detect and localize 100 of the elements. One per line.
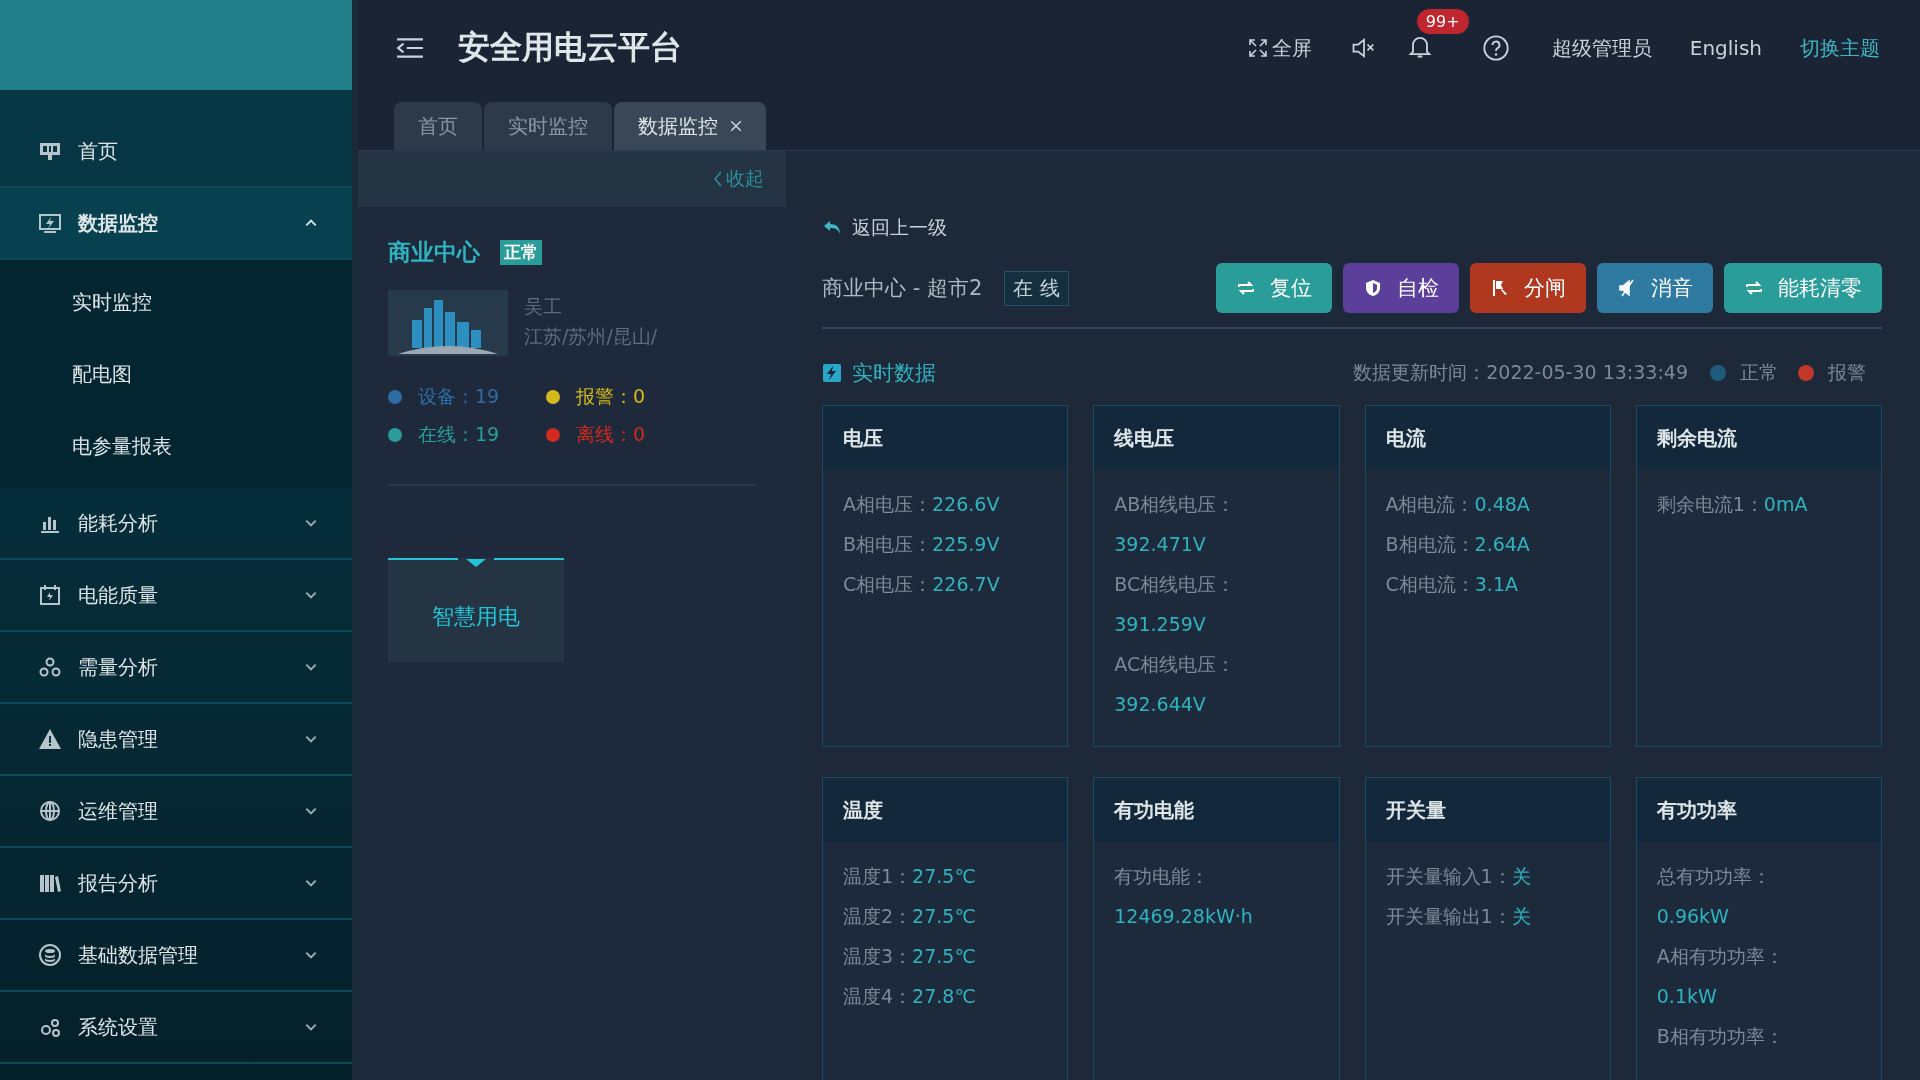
flag-icon [1490, 278, 1510, 298]
reading-label: 有功电能： [1114, 864, 1211, 889]
reading-label: B相电流： [1385, 533, 1475, 555]
notification-badge: 99+ [1415, 8, 1470, 35]
reading-label: 开关量输出1： [1385, 905, 1512, 927]
nodes-icon [38, 655, 62, 679]
close-icon[interactable] [730, 120, 742, 132]
menu-item[interactable]: 运维管理 [0, 776, 352, 848]
site-name: 商业中心 [388, 238, 480, 267]
submenu-item[interactable]: 实时监控 [0, 266, 352, 338]
calendar-icon [38, 583, 62, 607]
tab[interactable]: 首页 [394, 102, 482, 150]
category-card[interactable]: 智慧用电 [388, 558, 564, 662]
reading-label: 剩余电流1： [1656, 493, 1764, 515]
warning-icon [38, 727, 62, 751]
reading-value: 391.259V [1114, 612, 1207, 637]
mute-icon [1617, 278, 1637, 298]
reading-label: BC相线电压： [1114, 572, 1237, 597]
reading-label: A相电压： [843, 493, 932, 515]
region-text: 江苏/苏州/昆山/ [524, 324, 658, 349]
status-badge: 正常 [500, 240, 542, 265]
menu-item[interactable]: 隐患管理 [0, 704, 352, 776]
card-title: 线电压 [1094, 406, 1339, 470]
reading-value: 226.6V [932, 493, 1000, 515]
reading-value: 392.644V [1114, 692, 1207, 717]
back-link[interactable]: 返回上一级 [822, 215, 947, 241]
menu-item[interactable]: 需量分析 [0, 632, 352, 704]
reading-value: 27.8℃ [912, 985, 976, 1007]
card-title: 有功电能 [1094, 778, 1339, 842]
section-title: 实时数据 [852, 360, 936, 387]
reading-value: 2.64A [1474, 533, 1530, 555]
device-name: 商业中心 - 超市2 [822, 275, 983, 302]
reading-value: 关 [1511, 905, 1531, 927]
action-button[interactable]: 分闸 [1470, 263, 1586, 313]
tab[interactable]: 实时监控 [484, 102, 612, 150]
reading-value: 226.7V [932, 573, 1000, 595]
update-time: 数据更新时间：2022-05-30 13:33:49 [1353, 360, 1688, 385]
reading-value: 0.96kW [1656, 904, 1730, 929]
card-title: 电压 [823, 406, 1068, 470]
monitor-icon [38, 211, 62, 235]
menu-icon[interactable] [396, 37, 424, 59]
reading-label: 温度2： [843, 905, 913, 927]
reading-value: 27.5℃ [912, 865, 976, 887]
globe-icon [38, 799, 62, 823]
reading-label: 温度4： [843, 985, 913, 1007]
menu-item[interactable]: 系统设置 [0, 992, 352, 1064]
reading-value: 27.5℃ [912, 905, 976, 927]
card-title: 开关量 [1365, 778, 1610, 842]
card-title: 电流 [1365, 406, 1610, 470]
user-menu[interactable]: 超级管理员 [1551, 34, 1652, 62]
menu-item[interactable]: 基础数据管理 [0, 920, 352, 992]
menu-item[interactable]: 数据监控 [0, 188, 352, 260]
reading-value: 392.471V [1114, 532, 1207, 557]
lightning-icon [822, 363, 842, 383]
database-icon [38, 943, 62, 967]
language-link[interactable]: English [1689, 36, 1762, 60]
reading-value: 225.9V [932, 533, 1000, 555]
reading-label: C相电压： [843, 573, 933, 595]
online-badge: 在 线 [1004, 270, 1069, 306]
reading-label: B相电压： [843, 533, 933, 555]
reading-value: 0.48A [1474, 493, 1530, 515]
action-button[interactable]: 自检 [1343, 263, 1459, 313]
contact-name: 吴工 [524, 294, 563, 319]
card-title: 有功功率 [1636, 778, 1881, 842]
reading-value: 12469.28kW·h [1114, 904, 1254, 929]
pointer-line-icon [388, 558, 564, 568]
stat-label: 离线：0 [576, 422, 646, 447]
tab[interactable]: 数据监控 [614, 102, 766, 150]
expand-icon [1247, 38, 1268, 58]
reading-label: 温度1： [843, 865, 913, 887]
stat-label: 报警：0 [576, 384, 646, 409]
submenu-item[interactable]: 配电图 [0, 338, 352, 410]
chevron-left-icon [713, 171, 723, 187]
reading-value: 0.1kW [1656, 984, 1718, 1009]
reading-label: C相电流： [1385, 573, 1475, 595]
reading-label: A相电流： [1385, 493, 1475, 515]
reading-value: 关 [1511, 865, 1531, 887]
reading-label: AB相线电压： [1114, 492, 1237, 517]
card-title: 温度 [823, 778, 1068, 842]
menu-item[interactable]: 报告分析 [0, 848, 352, 920]
submenu-item[interactable]: 电参量报表 [0, 410, 352, 482]
stat-label: 在线：19 [418, 422, 500, 447]
legend-label: 正常 [1740, 360, 1778, 385]
reading-value: 0mA [1763, 493, 1808, 515]
card-title: 剩余电流 [1636, 406, 1881, 470]
shield-icon [1363, 278, 1383, 298]
help-icon[interactable] [1481, 34, 1510, 62]
stat-label: 设备：19 [418, 384, 500, 409]
reading-label: A相有功功率： [1656, 944, 1785, 969]
fullscreen-button[interactable]: 全屏 [1247, 34, 1312, 62]
reading-value: 27.5℃ [912, 945, 976, 967]
reading-label: 温度3： [843, 945, 913, 967]
action-button[interactable]: 消音 [1597, 263, 1713, 313]
menu-item[interactable]: 能耗分析 [0, 488, 352, 560]
legend-label: 报警 [1828, 360, 1866, 385]
reading-value: 3.1A [1474, 573, 1518, 595]
reading-label: 开关量输入1： [1385, 865, 1512, 887]
reading-label: AC相线电压： [1114, 652, 1237, 677]
menu-item[interactable]: 电能质量 [0, 560, 352, 632]
theme-switch-link[interactable]: 切换主题 [1800, 34, 1880, 62]
